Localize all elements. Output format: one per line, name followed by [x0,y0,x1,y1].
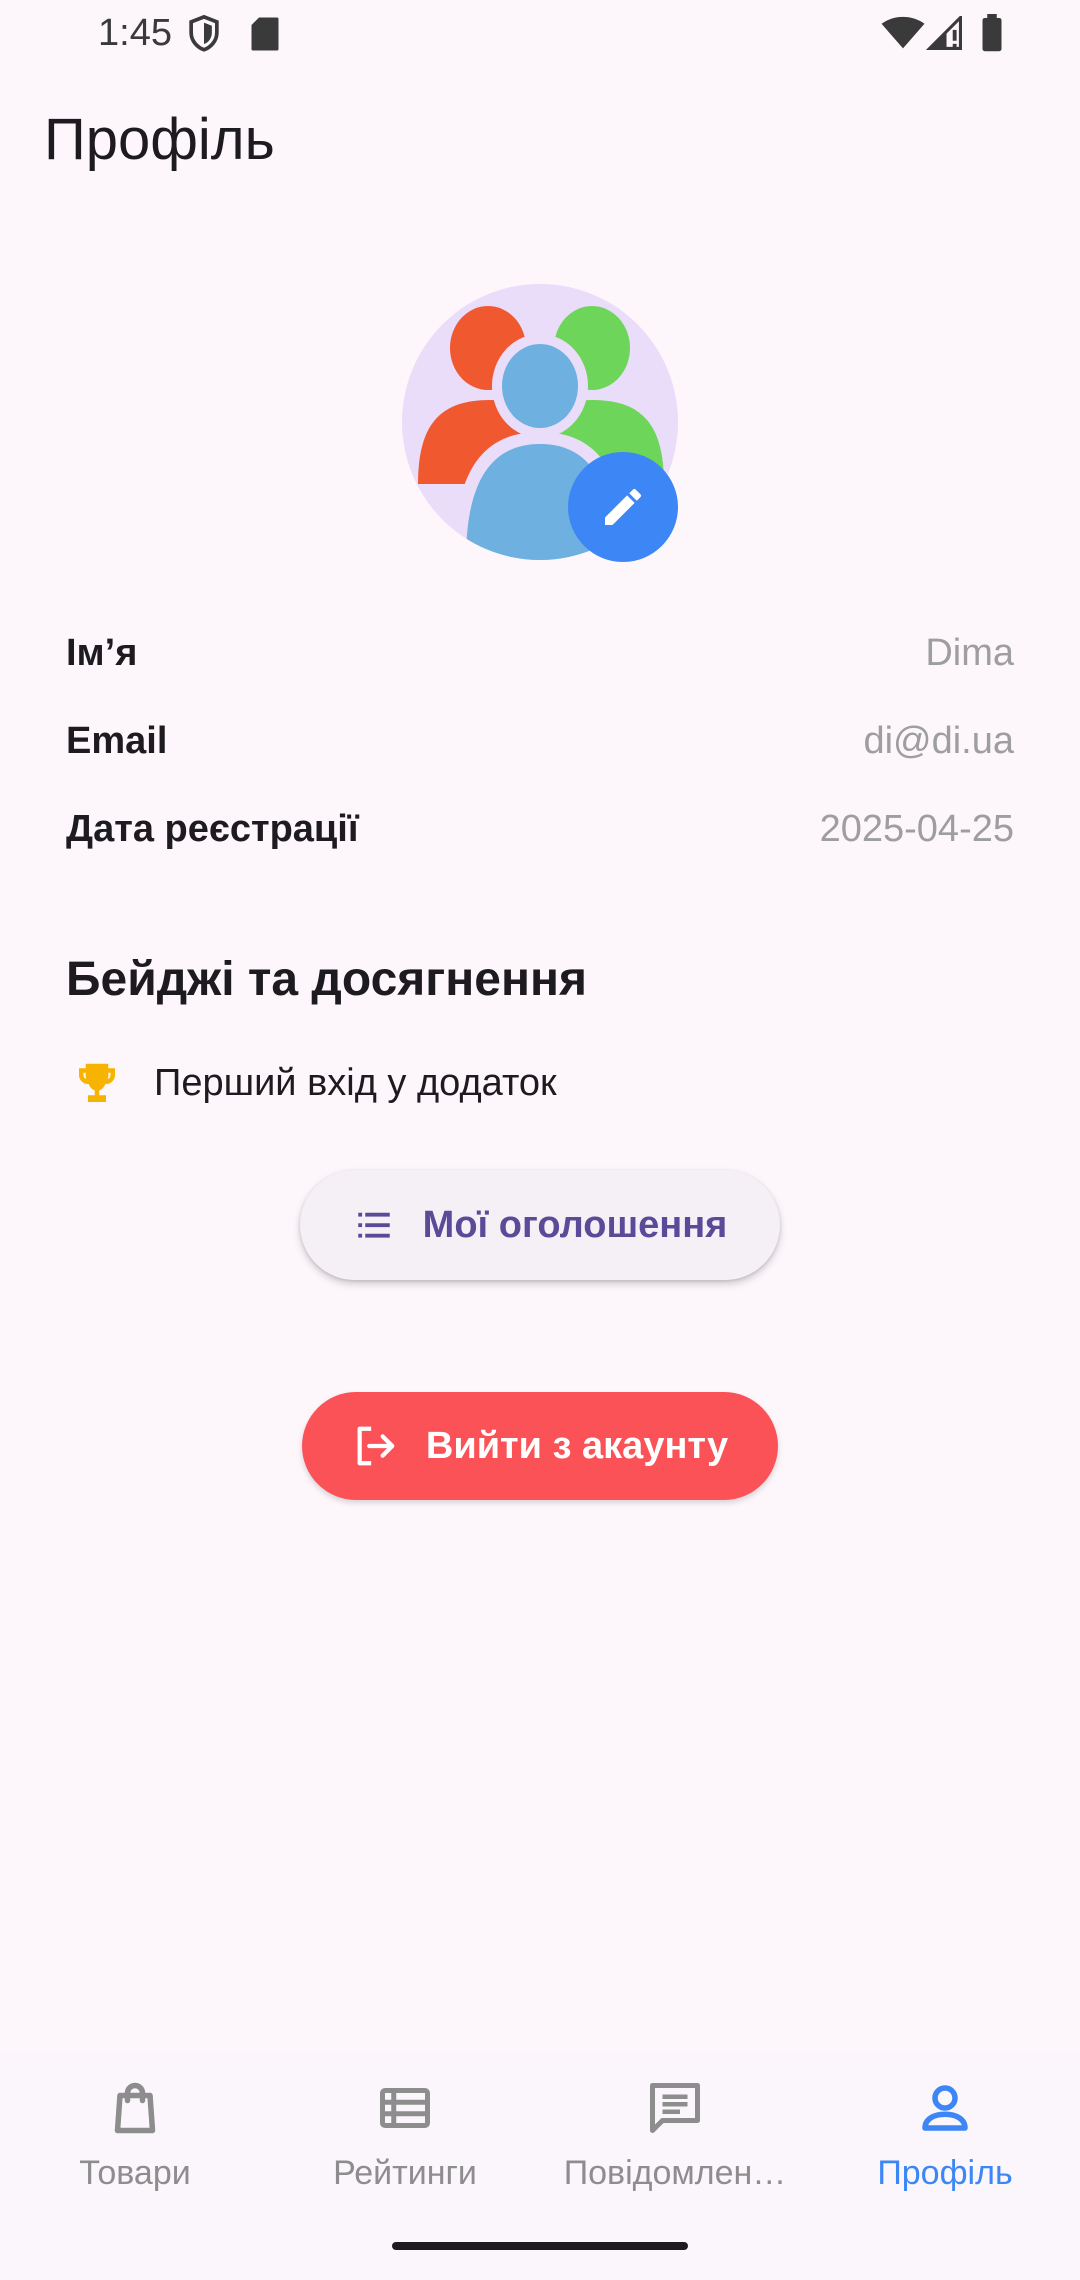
battery-icon [982,14,1002,52]
name-value: Dima [925,632,1014,674]
message-icon [650,2083,700,2133]
registration-date-label: Дата реєстрації [66,808,359,850]
trophy-icon [79,1063,115,1102]
my-ads-label: Мої оголошення [422,1203,728,1246]
logout-button[interactable]: Вийти з акаунту [302,1392,778,1500]
badges-title: Бейджі та досягнення [66,953,587,1006]
nav-item-products[interactable]: Товари [0,2078,270,2228]
home-indicator[interactable] [392,2242,688,2250]
nav-label-products: Товари [79,2154,191,2192]
email-label: Email [66,720,168,762]
name-label: Ім’я [66,632,138,674]
shield-icon [189,14,219,52]
page-title: Профіль [44,107,275,172]
nav-label-ratings: Рейтинги [333,2154,477,2192]
sd-card-icon [251,17,279,51]
email-value: di@di.ua [863,720,1014,762]
list-icon [380,2088,430,2128]
signal-icon [926,16,962,50]
status-time: 1:45 [98,12,172,54]
wifi-icon [881,16,925,49]
person-icon [922,2085,968,2131]
list-icon [357,1212,390,1238]
logout-icon [357,1426,395,1466]
nav-item-messages[interactable]: Повідомлен… [540,2078,810,2228]
nav-label-messages: Повідомлен… [563,2154,787,2192]
nav-item-ratings[interactable]: Рейтинги [270,2078,540,2228]
badge-label: Перший вхід у додаток [154,1062,557,1104]
registration-date-value: 2025-04-25 [819,808,1014,850]
shopping-bag-icon [114,2082,156,2134]
my-ads-button[interactable]: Мої оголошення [300,1170,780,1280]
nav-item-profile[interactable]: Профіль [810,2078,1080,2228]
edit-avatar-button[interactable] [568,452,678,562]
pencil-icon [605,488,642,525]
nav-label-profile: Профіль [877,2154,1013,2192]
logout-label: Вийти з акаунту [425,1424,729,1467]
